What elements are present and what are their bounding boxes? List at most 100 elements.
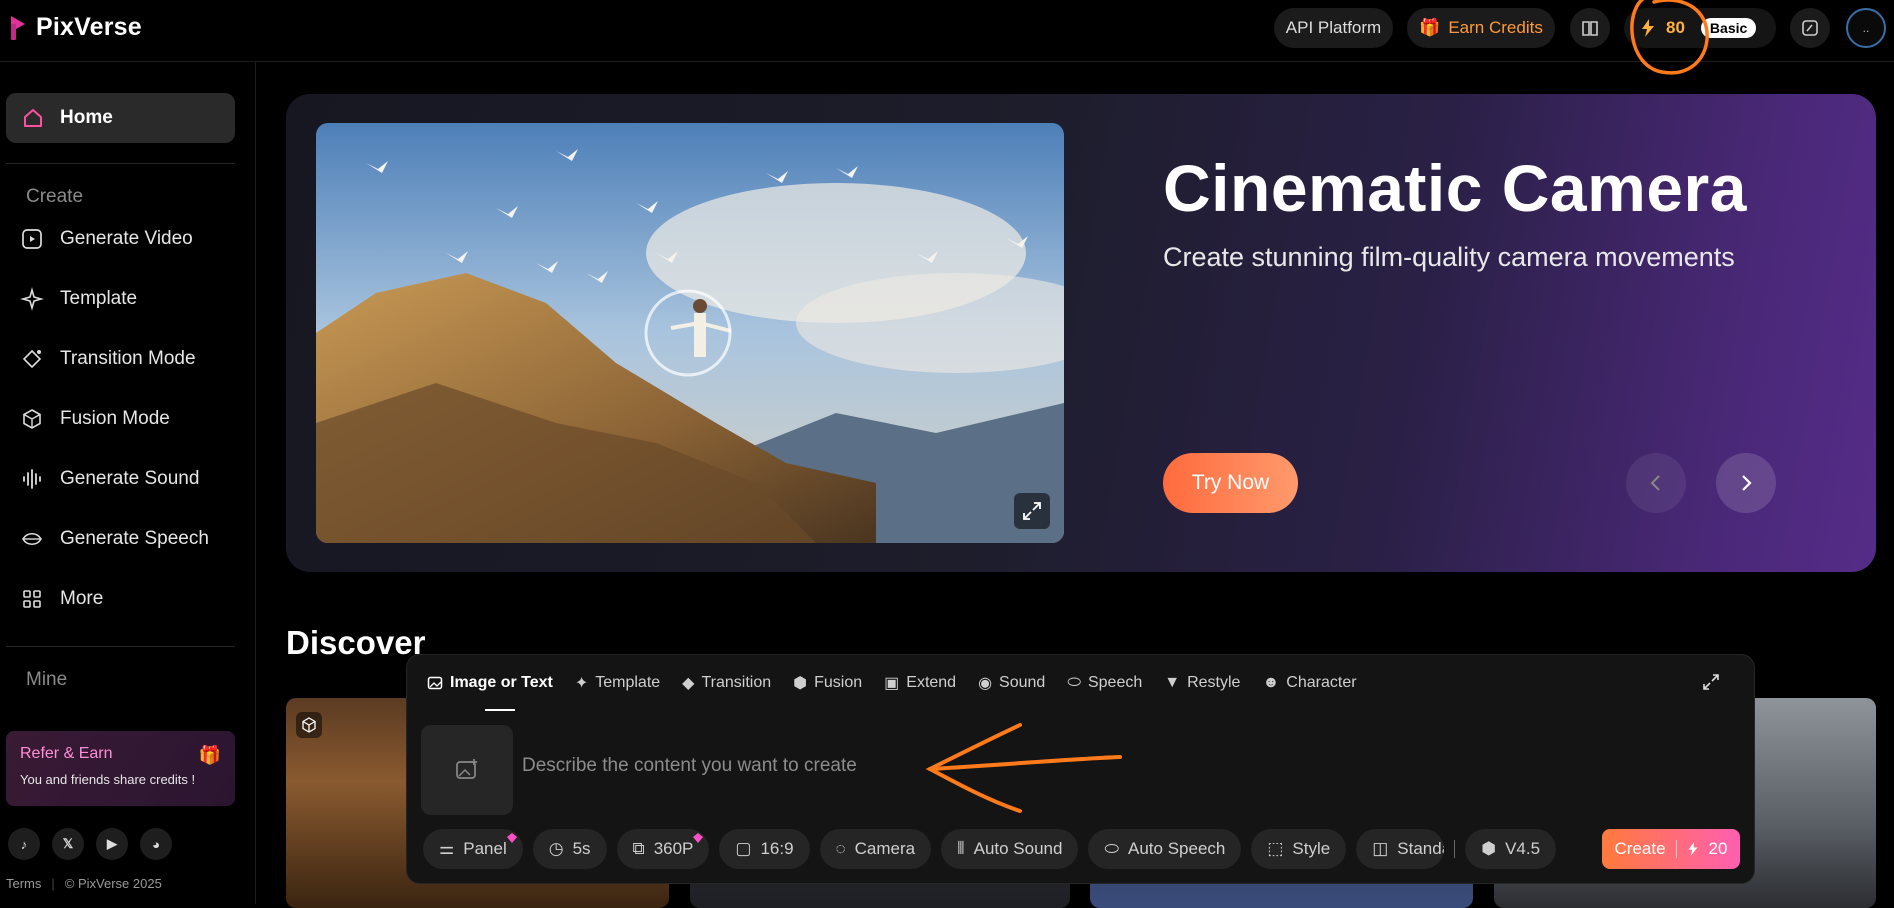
tab-restyle[interactable]: ▼ Restyle [1164, 673, 1240, 693]
sidebar-item-more[interactable]: More [20, 587, 103, 611]
transition-icon [22, 349, 42, 369]
annotation-circle [1630, 0, 1709, 75]
create-button[interactable]: Create 20 [1602, 829, 1740, 869]
docs-button[interactable] [1570, 8, 1610, 48]
panel-button[interactable]: ⚌ Panel [423, 829, 523, 869]
refer-and-earn-card[interactable]: Refer & Earn You and friends share credi… [6, 731, 235, 806]
api-platform-button[interactable]: API Platform [1274, 8, 1393, 48]
sidebar-item-generate-video[interactable]: Generate Video [20, 227, 193, 251]
create-cost: 20 [1708, 839, 1728, 858]
sidebar-item-label: More [60, 588, 104, 609]
hero-subtitle: Create stunning film-quality camera move… [1163, 242, 1735, 272]
tab-fusion[interactable]: ⬢ Fusion [793, 673, 862, 693]
brush-icon: ▼ [1164, 674, 1181, 691]
tiktok-icon[interactable]: ♪ [8, 828, 40, 860]
pixverse-logo-icon [11, 15, 25, 40]
divider [1675, 840, 1677, 858]
terms-link[interactable]: Terms [6, 876, 41, 891]
composer-tabs: Image or Text ✦ Template ◆ Transition ⬢ … [427, 673, 1357, 693]
tab-label: Restyle [1187, 674, 1241, 691]
diamond-badge-icon [693, 833, 704, 843]
tab-sound[interactable]: ◉ Sound [978, 673, 1045, 693]
quality-select[interactable]: ⧉ 360P [616, 829, 710, 869]
mode-select[interactable]: ◫ Standa [1356, 829, 1445, 869]
social-links: ♪ 𝕏 ▶ ◕ [8, 828, 172, 860]
maximize-button[interactable] [1702, 673, 1720, 696]
carousel-prev-button[interactable] [1626, 453, 1686, 513]
tab-label: Transition [701, 674, 772, 691]
copyright: © PixVerse 2025 [64, 876, 162, 891]
frame-icon: ▢ [735, 839, 752, 858]
earn-credits-button[interactable]: 🎁 Earn Credits [1407, 8, 1555, 48]
active-tab-indicator [485, 709, 515, 711]
expand-icon [1703, 674, 1719, 690]
hero-banner: Cinematic Camera Create stunning film-qu… [286, 94, 1876, 572]
image-upload-button[interactable] [421, 725, 513, 815]
chip-label: V4.5 [1505, 839, 1541, 858]
mine-section-label: Mine [26, 669, 68, 690]
video-icon [22, 229, 42, 249]
sidebar-item-generate-sound[interactable]: Generate Sound [20, 467, 199, 491]
lightning-icon [1688, 842, 1698, 856]
avatar[interactable]: .. [1846, 8, 1886, 48]
sidebar-item-fusion-mode[interactable]: Fusion Mode [20, 407, 170, 431]
sidebar-item-generate-speech[interactable]: Generate Speech [20, 527, 209, 551]
sidebar-item-label: Generate Video [60, 228, 193, 249]
prompt-input[interactable]: Describe the content you want to create [522, 755, 857, 777]
hero-title: Cinematic Camera [1163, 151, 1747, 225]
edit-button[interactable] [1790, 8, 1830, 48]
tab-label: Character [1286, 674, 1357, 691]
waveform-icon: ⦀ [957, 839, 965, 858]
tab-character[interactable]: ☻ Character [1262, 673, 1356, 693]
sparkle-icon: ✦ [574, 675, 589, 692]
grid-icon [23, 590, 41, 608]
duration-select[interactable]: ◷ 5s [532, 829, 607, 869]
sound-icon [23, 469, 41, 489]
sidebar-item-label: Template [60, 288, 138, 309]
camera-select[interactable]: ◌ Camera [819, 829, 932, 869]
carousel-next-button[interactable] [1716, 453, 1776, 513]
fullscreen-button[interactable] [1014, 493, 1050, 529]
top-bar: PixVerse API Platform 🎁 Earn Credits 80 … [0, 0, 1894, 62]
add-image-icon [456, 759, 477, 779]
footer: Terms | © PixVerse 2025 [6, 876, 162, 891]
tab-label: Sound [999, 674, 1046, 691]
template-icon [20, 287, 44, 311]
sidebar-item-template[interactable]: Template [20, 287, 137, 311]
hero-image[interactable] [316, 123, 1064, 543]
tab-extend[interactable]: ▣ Extend [884, 673, 956, 693]
sidebar-item-label: Fusion Mode [60, 408, 170, 429]
sidebar-item-label: Home [60, 107, 113, 128]
auto-speech-toggle[interactable]: ⬭ Auto Speech [1088, 829, 1242, 869]
earn-credits-label: Earn Credits [1448, 18, 1543, 37]
book-icon [1582, 21, 1598, 36]
hero-scene [316, 123, 1064, 543]
model-version-select[interactable]: ⬢ V4.5 [1465, 829, 1557, 869]
clock-icon: ◷ [548, 839, 564, 858]
aspect-ratio-select[interactable]: ▢ 16:9 [719, 829, 810, 869]
x-icon[interactable]: 𝕏 [52, 828, 84, 860]
camera-icon: ◌ [835, 839, 846, 858]
tab-label: Template [595, 674, 661, 691]
tab-image-or-text[interactable]: Image or Text [427, 673, 553, 693]
diamond-badge-icon [506, 833, 517, 843]
sidebar-item-home[interactable]: Home [6, 93, 235, 143]
chip-label: Auto Sound [973, 839, 1063, 858]
discord-icon[interactable]: ◕ [140, 828, 172, 860]
home-icon [24, 109, 42, 127]
brand-logo[interactable]: PixVerse [8, 13, 142, 42]
create-label: Create [1614, 839, 1666, 858]
diamond-icon: ◆ [682, 675, 695, 692]
try-now-button[interactable]: Try Now [1163, 453, 1298, 513]
quality-icon: ⧉ [632, 839, 645, 858]
auto-sound-toggle[interactable]: ⦀ Auto Sound [941, 829, 1079, 869]
tab-transition[interactable]: ◆ Transition [682, 673, 771, 693]
sidebar-item-transition-mode[interactable]: Transition Mode [20, 347, 196, 371]
chip-label: Auto Speech [1128, 839, 1226, 858]
youtube-icon[interactable]: ▶ [96, 828, 128, 860]
speech-icon [22, 532, 42, 546]
sidebar-item-label: Generate Sound [60, 468, 200, 489]
tab-template[interactable]: ✦ Template [575, 673, 660, 693]
tab-speech[interactable]: ⬭ Speech [1067, 673, 1142, 693]
style-select[interactable]: ⬚ Style [1251, 829, 1347, 869]
